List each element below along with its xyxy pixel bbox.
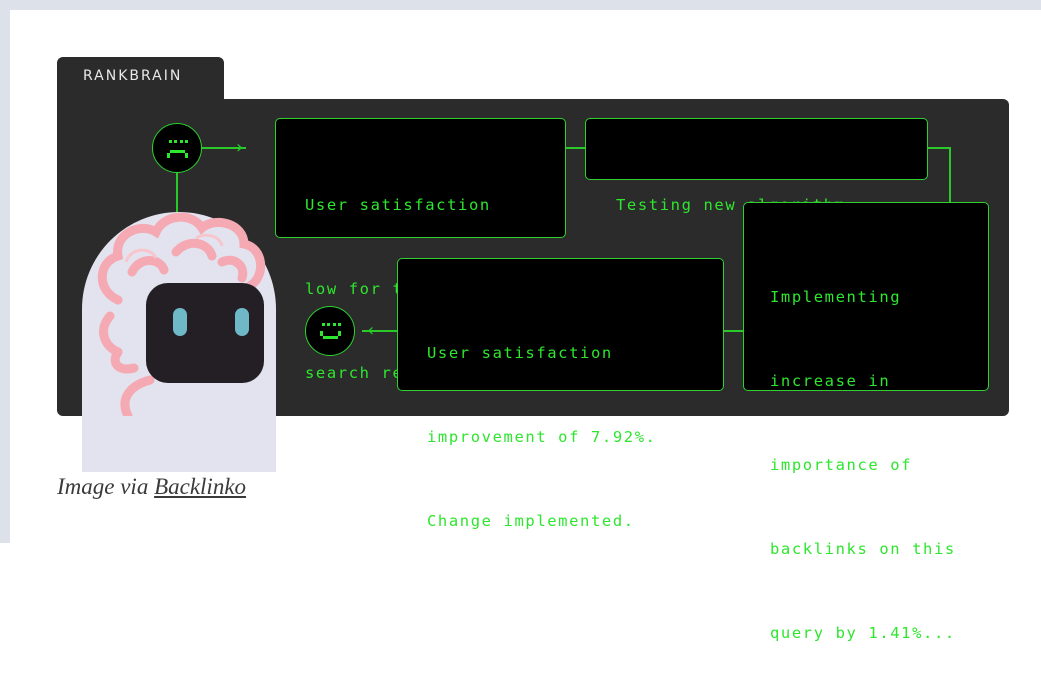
robot-eye-left bbox=[173, 308, 187, 336]
message-line: improvement of 7.92%. bbox=[427, 428, 657, 446]
message-line: query by 1.41%... bbox=[770, 624, 956, 642]
message-line: importance of bbox=[770, 456, 913, 474]
message-line: Change implemented. bbox=[427, 512, 635, 530]
backlinko-link[interactable]: Backlinko bbox=[154, 474, 246, 499]
message-implementing: Implementing increase in importance of b… bbox=[743, 202, 989, 642]
message-low-satisfaction: User satisfaction low for these search r… bbox=[275, 118, 566, 382]
message-line: User satisfaction bbox=[427, 344, 613, 362]
image-caption: Image via Backlinko bbox=[57, 474, 246, 500]
message-line: backlinks on this bbox=[770, 540, 956, 558]
message-improvement: User satisfaction improvement of 7.92%. … bbox=[397, 258, 724, 530]
sad-face-icon bbox=[152, 123, 202, 173]
caption-prefix: Image via bbox=[57, 474, 149, 499]
robot-eye-right bbox=[235, 308, 249, 336]
message-testing-algorithm: Testing new algorithm... bbox=[585, 118, 928, 214]
message-line: Implementing bbox=[770, 288, 902, 306]
message-line: User satisfaction bbox=[305, 196, 491, 214]
message-line: increase in bbox=[770, 372, 891, 390]
